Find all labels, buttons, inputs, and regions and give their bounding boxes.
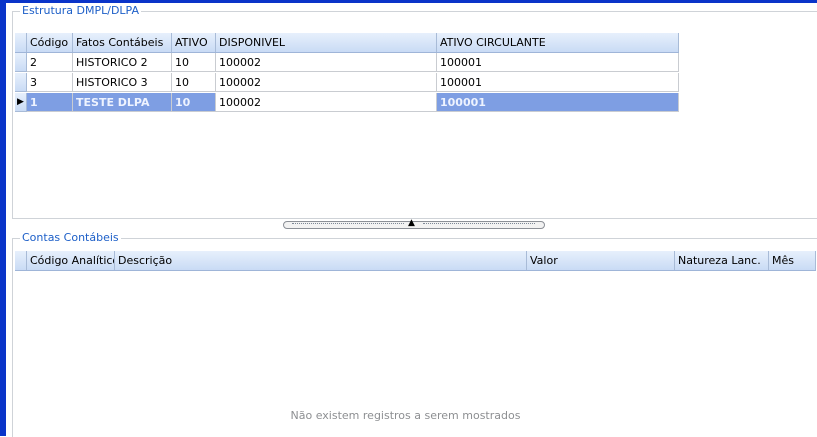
header-fatos-contabeis[interactable]: Fatos Contábeis: [73, 33, 172, 52]
header-descricao[interactable]: Descrição: [115, 251, 527, 270]
cell-fatos[interactable]: HISTORICO 2: [73, 53, 172, 72]
table-row[interactable]: 3 HISTORICO 3 10 100002 100001: [15, 73, 679, 92]
header-indicator: [15, 251, 27, 270]
header-ativo[interactable]: ATIVO: [172, 33, 216, 52]
header-mes[interactable]: Mês: [769, 251, 816, 270]
table-row[interactable]: 2 HISTORICO 2 10 100002 100001: [15, 53, 679, 72]
cell-disponivel[interactable]: 100002: [216, 53, 437, 72]
window-left-border: [0, 0, 6, 436]
header-valor[interactable]: Valor: [527, 251, 675, 270]
row-indicator: [15, 73, 27, 92]
header-indicator: [15, 33, 27, 52]
cell-ativo[interactable]: 10: [172, 53, 216, 72]
estrutura-group-title: Estrutura DMPL/DLPA: [20, 4, 142, 18]
cell-ativo-circulante[interactable]: 100001: [437, 53, 679, 72]
cell-disponivel-editing[interactable]: 100002: [216, 93, 437, 112]
contas-group-title: Contas Contábeis: [20, 231, 121, 245]
collapse-up-icon[interactable]: ▲: [408, 218, 415, 228]
cell-fatos[interactable]: HISTORICO 3: [73, 73, 172, 92]
cell-ativo[interactable]: 10: [172, 93, 216, 112]
estrutura-grid[interactable]: Código Fatos Contábeis ATIVO DISPONIVEL …: [15, 33, 679, 153]
cell-disponivel[interactable]: 100002: [216, 73, 437, 92]
table-row-selected[interactable]: ▶ 1 TESTE DLPA 10 100002 100001: [15, 93, 679, 112]
header-natureza-lanc[interactable]: Natureza Lanc.: [675, 251, 769, 270]
cell-ativo-circulante[interactable]: 100001: [437, 93, 679, 112]
cell-ativo-circulante[interactable]: 100001: [437, 73, 679, 92]
current-row-indicator: ▶: [15, 93, 27, 112]
contas-group: Contas Contábeis Código Analítico Descri…: [12, 231, 817, 437]
empty-grid-message: Não existem registros a serem mostrados: [290, 409, 521, 422]
estrutura-group: Estrutura DMPL/DLPA Código Fatos Contábe…: [12, 4, 817, 219]
panel-splitter-handle[interactable]: ▲: [283, 218, 545, 229]
header-codigo[interactable]: Código: [27, 33, 73, 52]
cell-fatos[interactable]: TESTE DLPA: [73, 93, 172, 112]
splitter-dots-left: [292, 223, 404, 228]
window-top-border: [0, 0, 817, 3]
contas-header-row: Código Analítico Descrição Valor Naturez…: [15, 251, 816, 271]
cell-codigo[interactable]: 1: [27, 93, 73, 112]
cell-ativo[interactable]: 10: [172, 73, 216, 92]
splitter-dots-right: [423, 223, 535, 228]
header-codigo-analitico[interactable]: Código Analítico: [27, 251, 115, 270]
header-ativo-circulante[interactable]: ATIVO CIRCULANTE: [437, 33, 679, 52]
cell-codigo[interactable]: 2: [27, 53, 73, 72]
estrutura-header-row: Código Fatos Contábeis ATIVO DISPONIVEL …: [15, 33, 679, 53]
cell-codigo[interactable]: 3: [27, 73, 73, 92]
header-disponivel[interactable]: DISPONIVEL: [216, 33, 437, 52]
row-indicator: [15, 53, 27, 72]
